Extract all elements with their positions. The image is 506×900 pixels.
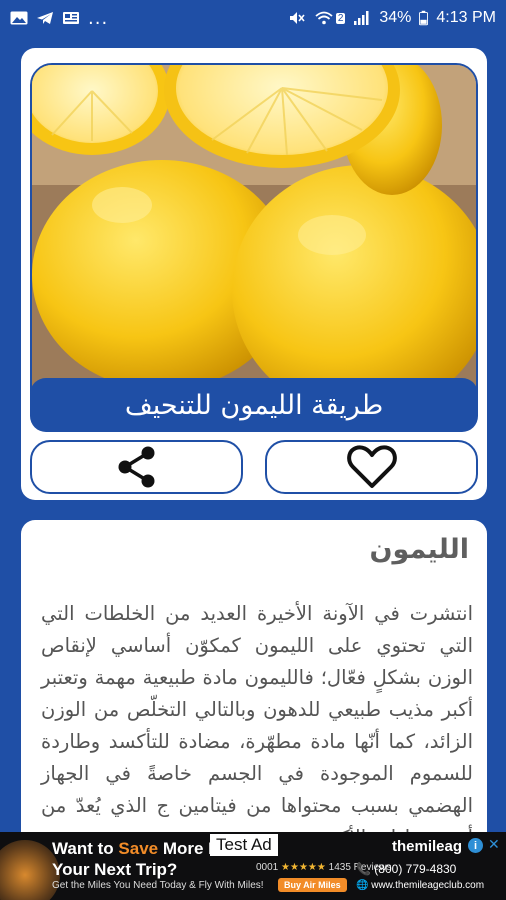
status-more-dots: ... <box>88 7 109 29</box>
ad-subline: Get the Miles You Need Today & Fly With … <box>52 880 264 891</box>
signal-icon <box>354 11 369 25</box>
ad-banner[interactable]: Want to Save More M Your Next Trip? Get … <box>0 832 506 900</box>
recipe-card: طريقة الليمون للتنحيف <box>21 48 487 500</box>
article-card: الليمون انتشرت في الآونة الأخيرة العديد … <box>21 520 487 850</box>
ad-close-icon[interactable]: ✕ <box>488 836 500 853</box>
wifi-icon <box>315 11 333 25</box>
ad-info-icon[interactable]: i <box>468 838 483 853</box>
favorite-button[interactable] <box>265 440 478 494</box>
test-ad-label: Test Ad <box>210 834 278 856</box>
star-rating-icon: ★★★★★ <box>281 862 326 873</box>
ad-buy-button[interactable]: Buy Air Miles <box>278 878 347 892</box>
telegram-icon <box>37 12 53 24</box>
recipe-title: طريقة الليمون للتنحيف <box>124 389 384 421</box>
phone-icon: 📞 <box>356 862 371 876</box>
ad-phone-number: (800) 779-4830 <box>374 862 457 876</box>
clock: 4:13 PM <box>436 9 496 26</box>
ad-headline-line2: Your Next Trip? <box>52 860 178 879</box>
ad-headline: Want to Save More M Your Next Trip? <box>52 838 222 880</box>
share-icon <box>118 446 154 488</box>
recipe-title-bar: طريقة الليمون للتنحيف <box>30 378 478 432</box>
status-left: ... <box>10 8 288 29</box>
wifi-indicator: 2 <box>314 11 346 25</box>
ad-headline-highlight: Save <box>118 839 159 858</box>
ad-url: 🌐 www.themileageclub.com <box>356 880 484 891</box>
ad-headline-prefix: Want to <box>52 839 119 858</box>
battery-icon <box>419 10 429 26</box>
ad-url-text: www.themileageclub.com <box>371 880 485 891</box>
status-right: 2 34% 4:13 PM <box>288 9 496 27</box>
article-heading: الليمون <box>369 534 469 565</box>
lemon-photo <box>30 63 478 419</box>
status-bar: ... 2 34% 4:13 PM <box>0 0 506 36</box>
mute-icon <box>289 12 305 24</box>
battery-percent: 34% <box>379 9 412 26</box>
gallery-icon <box>10 11 28 25</box>
globe-icon: 🌐 <box>356 880 369 891</box>
sim-badge: 2 <box>335 12 346 24</box>
share-button[interactable] <box>30 440 243 494</box>
heart-icon <box>346 445 397 488</box>
ad-reviews-prefix: 0001 <box>256 862 279 873</box>
news-icon <box>63 12 79 24</box>
article-body: انتشرت في الآونة الأخيرة العديد من الخلط… <box>41 602 473 849</box>
ad-image <box>0 840 60 900</box>
ad-phone: 📞 (800) 779-4830 <box>356 862 456 876</box>
lemon-image <box>32 65 476 417</box>
ad-brand: themileag <box>392 838 463 855</box>
